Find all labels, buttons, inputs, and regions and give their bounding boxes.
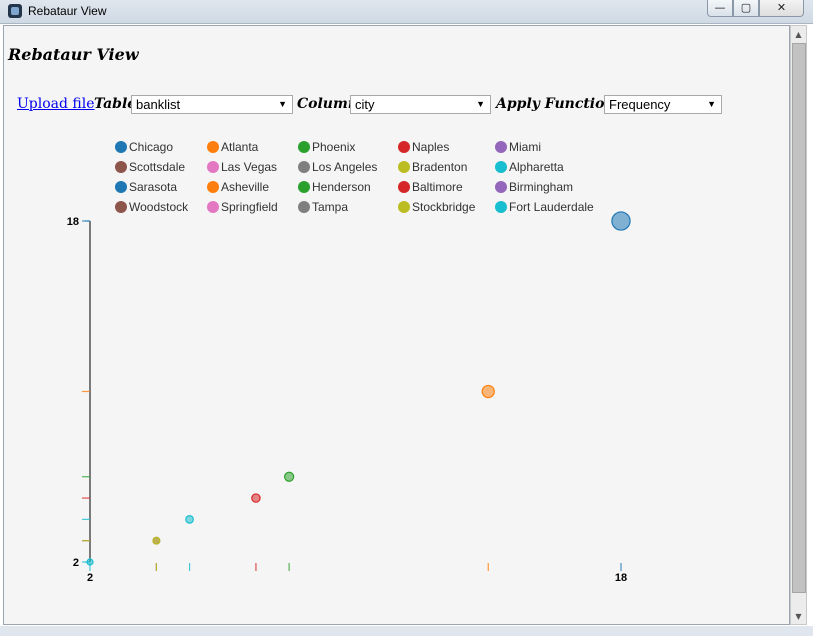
data-point xyxy=(86,558,94,566)
data-point xyxy=(284,471,295,482)
axis-tick-label: 2 xyxy=(87,572,93,584)
scatter-plot: 18 22 18 xyxy=(67,211,631,584)
data-point xyxy=(481,384,495,399)
axis-tick-label: 2 xyxy=(73,557,79,569)
data-point xyxy=(611,211,631,231)
data-point xyxy=(251,493,261,503)
data-point xyxy=(185,515,194,524)
data-point xyxy=(152,536,161,545)
axis-tick-label: 18 xyxy=(615,572,627,584)
axis-tick-label: 18 xyxy=(67,216,79,228)
